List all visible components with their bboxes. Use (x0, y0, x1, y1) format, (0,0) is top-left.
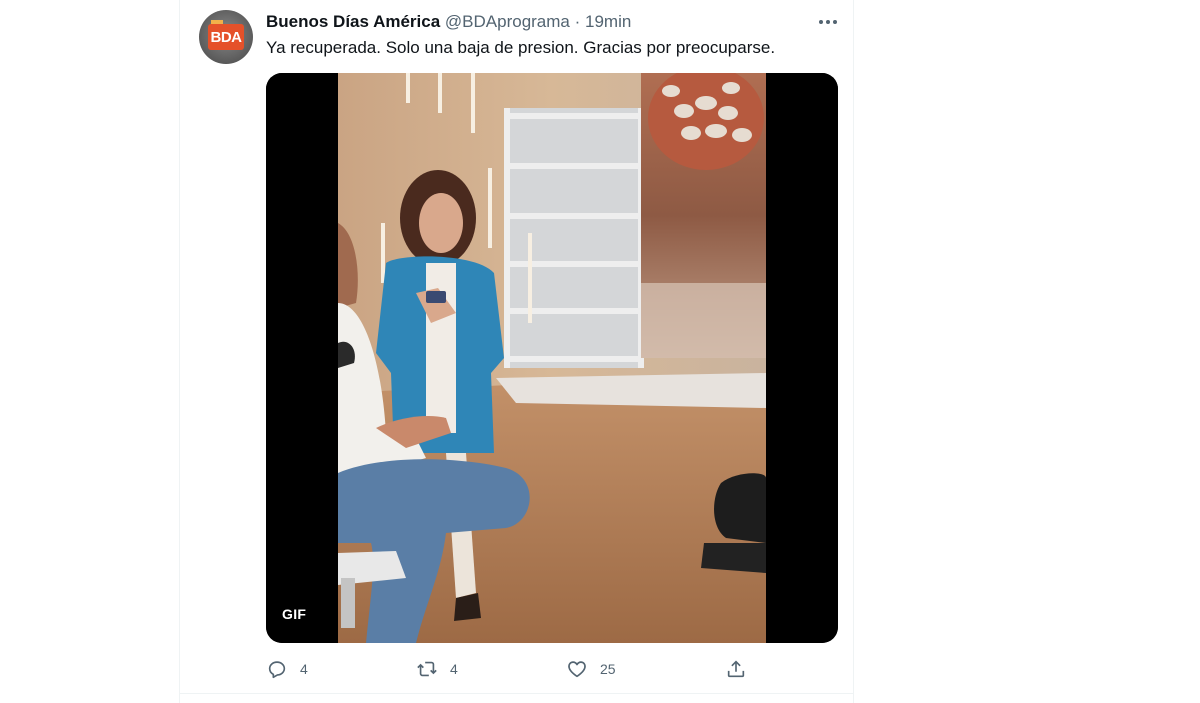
retweet-count: 4 (450, 661, 458, 677)
avatar-logo: BDA (208, 20, 244, 50)
tweet-media-gif[interactable] (266, 73, 838, 643)
reply-count: 4 (300, 661, 308, 677)
reply-icon (268, 661, 286, 679)
author-handle[interactable]: @BDAprograma (445, 12, 570, 31)
like-count: 25 (600, 661, 616, 677)
video-frame (266, 73, 838, 643)
gif-badge: GIF (282, 606, 307, 622)
more-options-icon[interactable] (817, 13, 839, 31)
separator-dot: · (574, 12, 581, 31)
heart-icon (568, 661, 586, 678)
like-button[interactable]: 25 (566, 658, 616, 680)
tweet-text: Ya recuperada. Solo una baja de presion.… (266, 38, 776, 57)
tweet-timestamp[interactable]: 19min (585, 12, 631, 31)
avatar[interactable]: BDA (199, 10, 253, 64)
retweet-icon (417, 661, 437, 677)
divider (179, 693, 854, 694)
author-name[interactable]: Buenos Días América (266, 12, 440, 31)
reply-button[interactable]: 4 (266, 658, 308, 680)
share-button[interactable] (725, 658, 747, 680)
share-icon (727, 660, 745, 678)
tweet-header: Buenos Días América @BDAprograma · 19min (266, 11, 631, 33)
retweet-button[interactable]: 4 (416, 658, 458, 680)
